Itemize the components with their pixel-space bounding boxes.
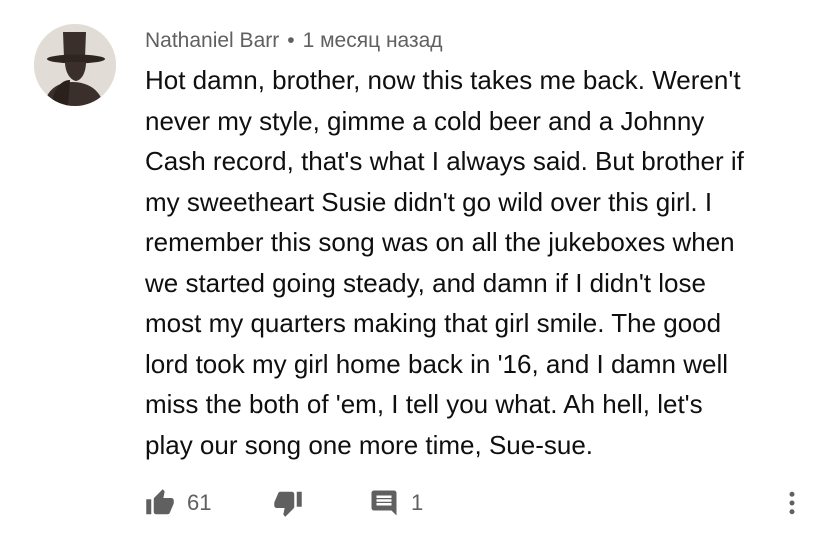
dislike-button[interactable] <box>273 486 303 520</box>
comment-card: Nathaniel Barr • 1 месяц назад Hot damn, b… <box>0 0 827 552</box>
comment-actions: 61 1 <box>145 486 815 520</box>
avatar[interactable] <box>34 24 116 106</box>
comment-text-line: Hot damn, brother, now this takes me bac… <box>145 65 741 95</box>
comment-text-line: Cash record, that's what I always said. … <box>145 146 744 176</box>
more-vertical-icon <box>777 488 807 518</box>
comment-text-line: my sweetheart Susie didn't go wild over … <box>145 186 713 217</box>
comment-text-line: never my style, gimme a cold beer and a … <box>145 105 705 136</box>
reply-count: 1 <box>411 490 424 515</box>
thumbs-up-icon <box>145 488 175 518</box>
meta-separator: • <box>287 29 295 52</box>
comment-text: Hot damn, brother, now this takes me bac… <box>145 60 805 465</box>
reply-button[interactable]: 1 <box>369 486 423 520</box>
author-name[interactable]: Nathaniel Barr <box>145 29 279 52</box>
comment-text-line: most my quarters making that girl smile.… <box>145 308 722 338</box>
like-count: 61 <box>187 490 212 515</box>
comment-text-line: lord took my girl home back in '16, and … <box>145 348 729 379</box>
comment-timestamp[interactable]: 1 месяц назад <box>303 29 443 52</box>
comment-text-line: remember this song was on all the jukebo… <box>145 227 735 257</box>
more-actions-button[interactable] <box>777 486 807 520</box>
like-button[interactable]: 61 <box>145 486 211 520</box>
reply-comment-icon <box>369 488 399 518</box>
comment-text-line: miss the both of 'em, I tell you what. A… <box>145 389 703 419</box>
thumbs-down-icon <box>273 488 303 518</box>
comment-header: Nathaniel Barr • 1 месяц назад <box>145 28 443 54</box>
avatar-silhouette-icon <box>34 24 116 106</box>
comment-text-line: we started going steady, and damn if I d… <box>145 267 706 298</box>
comment-text-line: play our song one more time, Sue-sue. <box>145 429 594 460</box>
